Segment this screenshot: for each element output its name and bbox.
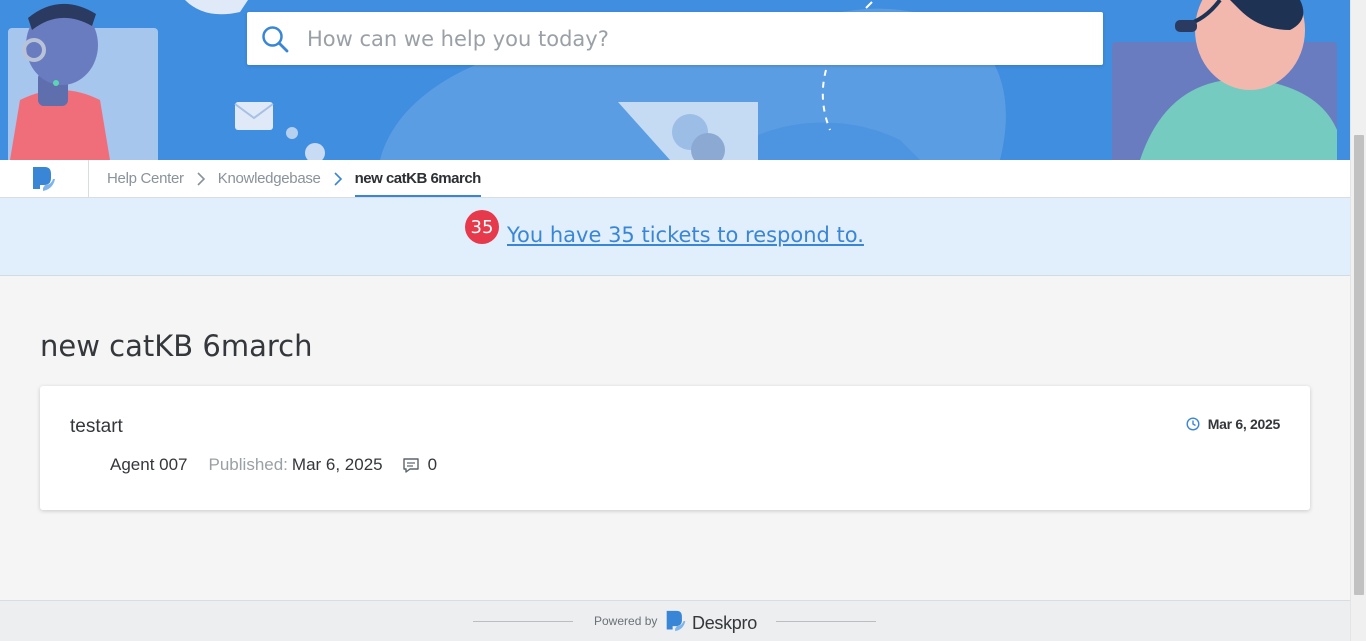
deskpro-logo-icon bbox=[665, 608, 687, 639]
search-icon bbox=[261, 25, 289, 53]
footer-brand: Deskpro bbox=[692, 613, 757, 633]
article-author: Agent 007 bbox=[110, 455, 188, 474]
article-date: Mar 6, 2025 bbox=[1186, 416, 1280, 432]
published-label: Published: bbox=[208, 455, 288, 474]
article-meta: Agent 007 Published: Mar 6, 2025 0 bbox=[110, 455, 437, 475]
deskpro-footer-link[interactable]: Deskpro bbox=[665, 608, 757, 639]
powered-by-label: Powered by bbox=[594, 614, 658, 628]
deskpro-logo-icon[interactable] bbox=[0, 160, 89, 197]
breadcrumb-current: new catKB 6march bbox=[354, 160, 481, 197]
chevron-right-icon bbox=[192, 170, 210, 188]
article-title-link[interactable]: testart bbox=[70, 416, 123, 438]
clock-icon bbox=[1186, 416, 1202, 432]
page-title: new catKB 6march bbox=[40, 329, 313, 363]
comment-count: 0 bbox=[427, 455, 438, 474]
footer-divider bbox=[776, 621, 876, 622]
breadcrumb-knowledgebase[interactable]: Knowledgebase bbox=[218, 170, 321, 187]
published-date: Mar 6, 2025 bbox=[291, 455, 383, 474]
ticket-count-badge: 35 bbox=[465, 210, 499, 244]
footer-divider bbox=[473, 621, 573, 622]
search-box[interactable] bbox=[247, 12, 1103, 65]
hero-banner bbox=[0, 0, 1350, 160]
chevron-right-icon bbox=[329, 170, 347, 188]
breadcrumb-bar: Help Center Knowledgebase new catKB 6mar… bbox=[0, 160, 1350, 198]
comment-icon bbox=[402, 456, 420, 474]
scrollbar[interactable] bbox=[1350, 0, 1366, 641]
article-date-text: Mar 6, 2025 bbox=[1207, 416, 1281, 432]
tickets-notice-link[interactable]: You have 35 tickets to respond to. bbox=[507, 223, 864, 247]
footer: Powered by Deskpro bbox=[0, 600, 1350, 641]
scrollbar-thumb[interactable] bbox=[1354, 135, 1364, 595]
breadcrumb: Help Center Knowledgebase new catKB 6mar… bbox=[107, 160, 481, 197]
article-card: testart Mar 6, 2025 Agent 007 Published:… bbox=[40, 386, 1310, 510]
breadcrumb-help-center[interactable]: Help Center bbox=[107, 170, 184, 187]
search-input[interactable] bbox=[307, 12, 1103, 65]
